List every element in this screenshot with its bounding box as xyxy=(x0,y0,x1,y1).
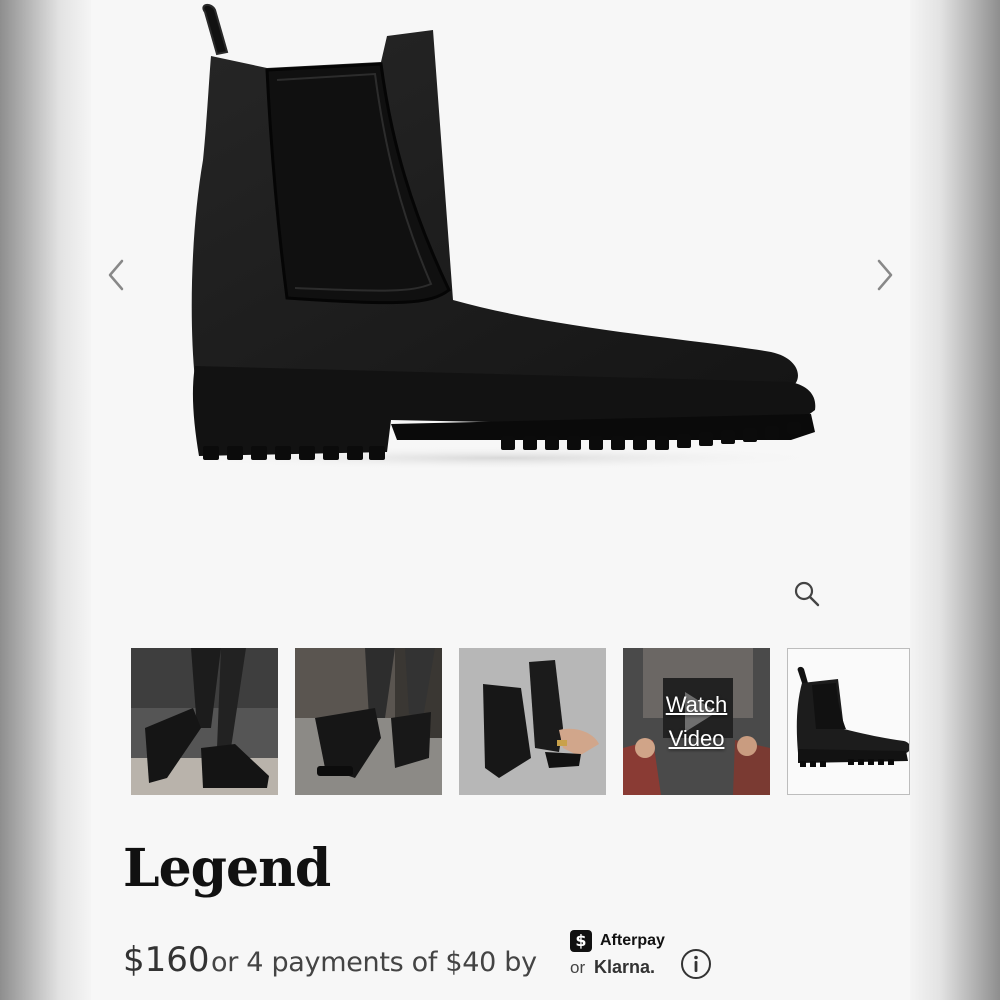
lifestyle-photo-walking xyxy=(131,648,278,795)
product-page: Watch Video Legend $160 or 4 payments of… xyxy=(91,0,910,1000)
afterpay-label: Afterpay xyxy=(600,932,665,949)
watch-video-label: Watch Video xyxy=(623,688,770,756)
chelsea-boot-illustration xyxy=(171,4,831,470)
product-title: Legend xyxy=(123,838,331,899)
gallery-prev-button[interactable] xyxy=(99,258,133,292)
chevron-left-icon xyxy=(108,259,124,291)
lifestyle-photo-pulling-on xyxy=(459,648,606,795)
hero-product-image xyxy=(91,0,910,620)
thumbnail-1[interactable] xyxy=(131,648,278,795)
thumbnail-3[interactable] xyxy=(459,648,606,795)
thumbnail-2[interactable] xyxy=(295,648,442,795)
thumbnail-5-selected[interactable] xyxy=(787,648,910,795)
watch-video-line1: Watch xyxy=(665,692,728,717)
zoom-button[interactable] xyxy=(791,578,823,610)
or-label: or xyxy=(570,958,586,977)
klarna-label: Klarna. xyxy=(594,957,656,977)
payment-info-button[interactable] xyxy=(680,948,712,980)
chevron-right-icon xyxy=(877,259,893,291)
product-price: $160 xyxy=(123,940,210,980)
zoom-icon xyxy=(794,581,820,607)
info-icon xyxy=(681,949,711,979)
watch-video-line2: Video xyxy=(668,726,725,751)
thumbnail-4-video[interactable]: Watch Video xyxy=(623,648,770,795)
thumbnail-strip: Watch Video xyxy=(131,648,910,796)
installments-text: or 4 payments of $40 by xyxy=(211,947,537,978)
lifestyle-photo-sitting xyxy=(295,648,442,795)
boot-thumbnail xyxy=(796,666,909,767)
gallery-next-button[interactable] xyxy=(868,258,902,292)
afterpay-badge-icon: $ xyxy=(570,930,592,952)
